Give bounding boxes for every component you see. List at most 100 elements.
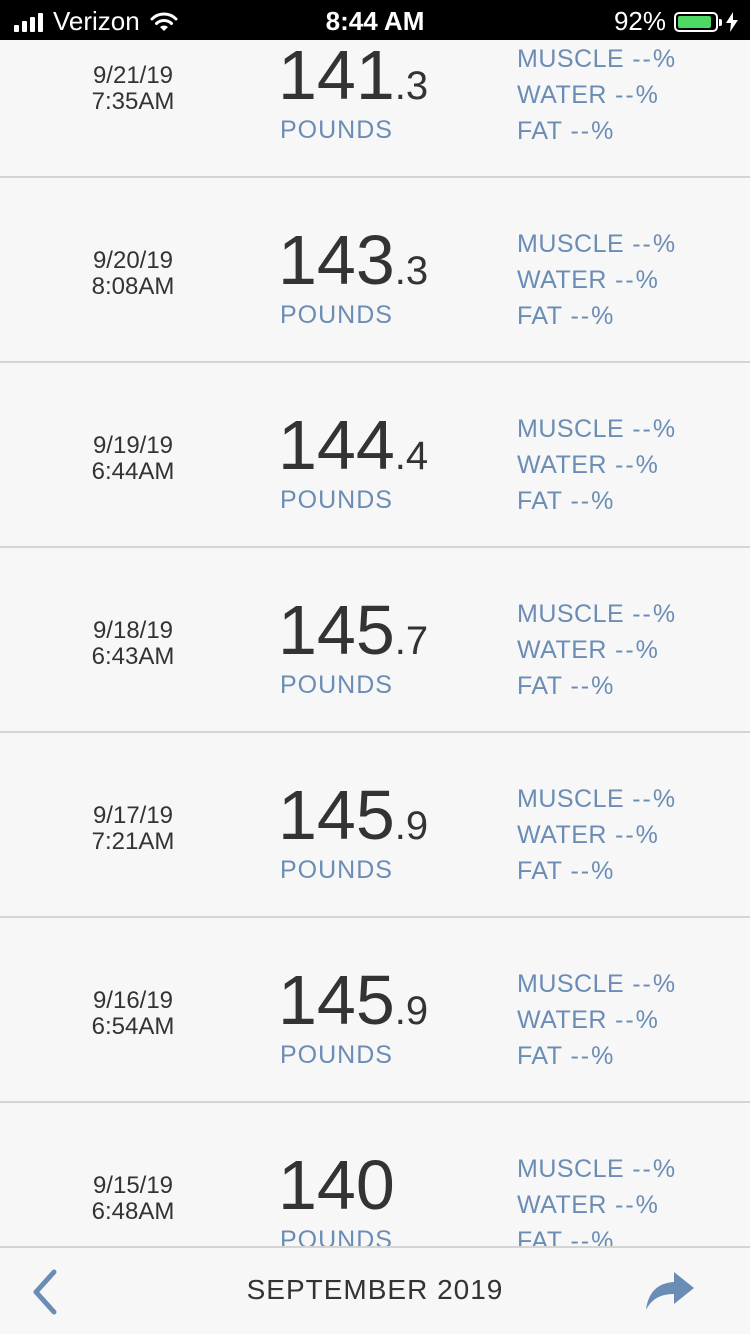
water-value: --% bbox=[615, 636, 660, 664]
water-metric: WATER --% bbox=[517, 77, 677, 113]
weight-integer: 140 bbox=[278, 1146, 395, 1224]
weight-entry-row[interactable]: 9/18/19 6:43AM 145.7 POUNDS MUSCLE --% WATER --… bbox=[0, 548, 750, 733]
water-label: WATER bbox=[517, 1006, 607, 1034]
water-value: --% bbox=[615, 81, 660, 109]
water-metric: WATER --% bbox=[517, 817, 677, 853]
weight-integer: 145 bbox=[278, 776, 395, 854]
entry-weight: 145.9 bbox=[278, 960, 428, 1040]
entry-time: 6:44AM bbox=[91, 458, 175, 485]
water-metric: WATER --% bbox=[517, 447, 677, 483]
fat-value: --% bbox=[570, 1042, 616, 1070]
entry-datetime: 9/15/19 6:48AM bbox=[40, 1173, 226, 1225]
weight-unit: POUNDS bbox=[280, 1226, 393, 1246]
weight-entry-row[interactable]: 9/17/19 7:21AM 145.9 POUNDS MUSCLE --% WATER --… bbox=[0, 733, 750, 918]
water-value: --% bbox=[615, 266, 660, 294]
entry-weight: 141.3 bbox=[278, 40, 428, 115]
water-label: WATER bbox=[517, 636, 607, 664]
entry-date: 9/21/19 bbox=[92, 62, 174, 89]
weight-unit: POUNDS bbox=[280, 301, 393, 329]
fat-label: FAT bbox=[517, 1042, 563, 1070]
entry-weight: 140 bbox=[278, 1145, 395, 1225]
body-metrics: MUSCLE --% WATER --% FAT --% bbox=[517, 411, 677, 519]
water-metric: WATER --% bbox=[517, 262, 677, 298]
entry-weight: 145.7 bbox=[278, 590, 428, 670]
fat-label: FAT bbox=[517, 857, 563, 885]
muscle-value: --% bbox=[632, 45, 678, 73]
water-label: WATER bbox=[517, 821, 607, 849]
body-metrics: MUSCLE --% WATER --% FAT --% bbox=[517, 226, 677, 334]
entry-time: 8:08AM bbox=[91, 273, 175, 300]
water-label: WATER bbox=[517, 451, 607, 479]
entry-weight: 144.4 bbox=[278, 405, 428, 485]
battery-icon bbox=[674, 11, 722, 32]
fat-value: --% bbox=[570, 117, 616, 145]
weight-integer: 141 bbox=[278, 40, 395, 114]
fat-metric: FAT --% bbox=[517, 853, 677, 889]
weight-unit: POUNDS bbox=[280, 1041, 393, 1069]
bottom-toolbar: SEPTEMBER 2019 bbox=[0, 1246, 750, 1334]
weight-integer: 145 bbox=[278, 961, 395, 1039]
fat-value: --% bbox=[570, 1227, 616, 1246]
muscle-metric: MUSCLE --% bbox=[517, 411, 677, 447]
water-value: --% bbox=[615, 1006, 660, 1034]
entry-time: 6:43AM bbox=[91, 643, 175, 670]
weight-unit: POUNDS bbox=[280, 671, 393, 699]
entry-time: 7:21AM bbox=[91, 828, 175, 855]
muscle-metric: MUSCLE --% bbox=[517, 596, 677, 632]
weight-integer: 145 bbox=[278, 591, 395, 669]
weight-entry-row[interactable]: 9/15/19 6:48AM 140 POUNDS MUSCLE --% WATER --% F… bbox=[0, 1103, 750, 1246]
fat-label: FAT bbox=[517, 672, 563, 700]
fat-value: --% bbox=[570, 672, 616, 700]
weight-entry-row[interactable]: 9/16/19 6:54AM 145.9 POUNDS MUSCLE --% WATER --… bbox=[0, 918, 750, 1103]
month-title: SEPTEMBER 2019 bbox=[246, 1274, 504, 1305]
weight-decimal: .3 bbox=[394, 64, 429, 108]
fat-label: FAT bbox=[517, 1227, 563, 1246]
weight-integer: 143 bbox=[278, 221, 395, 299]
fat-metric: FAT --% bbox=[517, 668, 677, 704]
entry-time: 6:48AM bbox=[91, 1198, 175, 1225]
water-value: --% bbox=[615, 821, 660, 849]
entry-time: 6:54AM bbox=[91, 1013, 175, 1040]
water-metric: WATER --% bbox=[517, 1187, 677, 1223]
entry-time: 7:35AM bbox=[91, 88, 175, 115]
fat-value: --% bbox=[570, 302, 616, 330]
entry-datetime: 9/18/19 6:43AM bbox=[40, 618, 226, 670]
entry-date: 9/15/19 bbox=[92, 1172, 174, 1199]
weight-entry-row[interactable]: 9/19/19 6:44AM 144.4 POUNDS MUSCLE --% WATER --… bbox=[0, 363, 750, 548]
entry-date: 9/19/19 bbox=[92, 432, 174, 459]
muscle-metric: MUSCLE --% bbox=[517, 41, 677, 77]
weight-entry-row[interactable]: 9/20/19 8:08AM 143.3 POUNDS MUSCLE --% WATER --… bbox=[0, 178, 750, 363]
fat-metric: FAT --% bbox=[517, 483, 677, 519]
muscle-metric: MUSCLE --% bbox=[517, 226, 677, 262]
weight-decimal: .9 bbox=[394, 804, 429, 848]
fat-value: --% bbox=[570, 857, 616, 885]
weight-unit: POUNDS bbox=[280, 116, 393, 144]
body-metrics: MUSCLE --% WATER --% FAT --% bbox=[517, 41, 677, 149]
muscle-label: MUSCLE bbox=[517, 970, 625, 998]
weight-entry-row[interactable]: 9/21/19 7:35AM 141.3 POUNDS MUSCLE --% WATER --… bbox=[0, 40, 750, 178]
battery-fill bbox=[678, 15, 711, 28]
muscle-value: --% bbox=[632, 1155, 678, 1183]
weight-entry-list[interactable]: 9/21/19 7:35AM 141.3 POUNDS MUSCLE --% WATER --… bbox=[0, 40, 750, 1246]
muscle-value: --% bbox=[632, 600, 678, 628]
entry-weight: 145.9 bbox=[278, 775, 428, 855]
entry-date: 9/16/19 bbox=[92, 987, 174, 1014]
water-value: --% bbox=[615, 451, 660, 479]
muscle-label: MUSCLE bbox=[517, 600, 625, 628]
status-right: 92% bbox=[614, 6, 738, 37]
weight-decimal: .7 bbox=[394, 619, 429, 663]
status-bar: Verizon 8:44 AM 92% bbox=[0, 0, 750, 40]
battery-percent: 92% bbox=[613, 6, 666, 36]
fat-metric: FAT --% bbox=[517, 298, 677, 334]
water-label: WATER bbox=[517, 266, 607, 294]
water-value: --% bbox=[615, 1191, 660, 1219]
fat-metric: FAT --% bbox=[517, 113, 677, 149]
weight-unit: POUNDS bbox=[280, 486, 393, 514]
muscle-value: --% bbox=[632, 785, 678, 813]
fat-metric: FAT --% bbox=[517, 1223, 677, 1246]
entry-datetime: 9/21/19 7:35AM bbox=[40, 63, 226, 115]
fat-metric: FAT --% bbox=[517, 1038, 677, 1074]
muscle-value: --% bbox=[632, 230, 678, 258]
share-button[interactable] bbox=[642, 1270, 698, 1314]
weight-decimal: .3 bbox=[394, 249, 429, 293]
